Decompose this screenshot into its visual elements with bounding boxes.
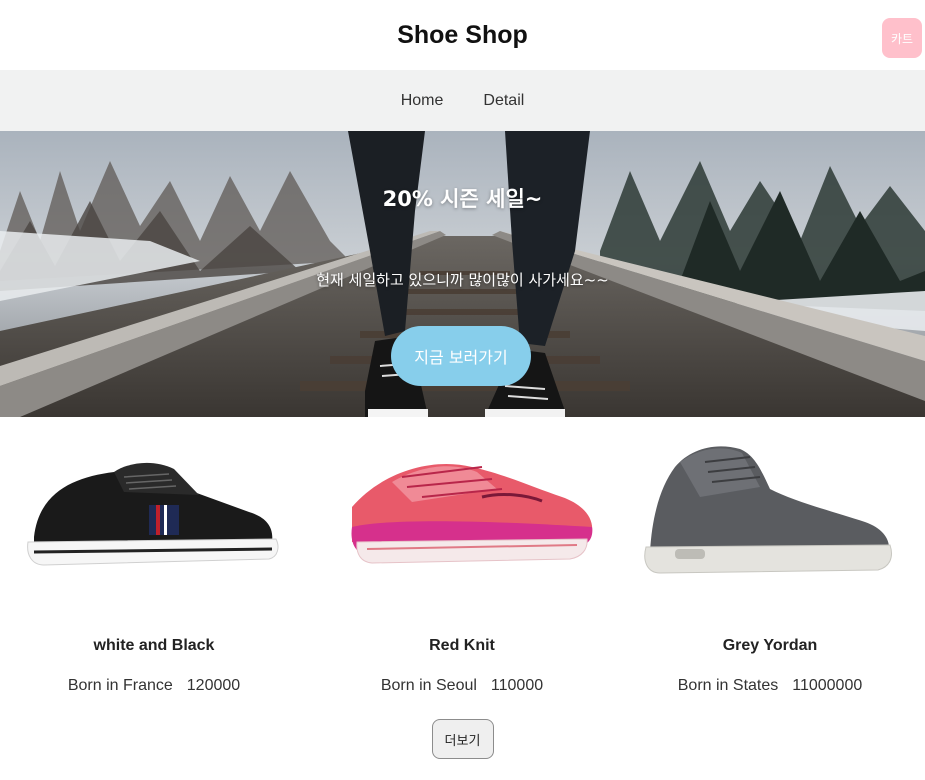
black-sneaker-image: [27, 462, 279, 566]
product-card[interactable]: white and Black Born in France 120000: [0, 417, 308, 695]
product-info: Born in States 11000000: [616, 677, 924, 695]
product-origin: Born in Seoul: [380, 677, 477, 694]
more-section: 더보기: [0, 719, 925, 759]
product-name: Red Knit: [429, 637, 495, 654]
nav-item-home[interactable]: Home: [401, 92, 444, 110]
nav-bar: Home Detail: [0, 70, 925, 131]
product-price: 110000: [490, 677, 544, 694]
red-running-shoe-image: [351, 463, 593, 564]
product-name: Grey Yordan: [722, 637, 818, 654]
brand-title[interactable]: Shoe Shop: [397, 21, 528, 50]
hero-content: 20% 시즌 세일~ 현재 세일하고 있으니까 많이많이 사가세요~~ 지금 보…: [0, 131, 925, 417]
product-price: 11000000: [792, 677, 863, 694]
product-price: 120000: [186, 677, 241, 694]
shop-now-button[interactable]: 지금 보러가기: [391, 326, 531, 386]
product-name: white and Black: [93, 637, 215, 654]
product-info: Born in France 120000: [0, 677, 308, 695]
hero-title: 20% 시즌 세일~: [382, 187, 543, 211]
grey-high-top-image: [644, 446, 892, 574]
hero-banner: 20% 시즌 세일~ 현재 세일하고 있으니까 많이많이 사가세요~~ 지금 보…: [0, 131, 925, 417]
product-list: white and Black Born in France 120000 Red…: [0, 417, 925, 695]
load-more-button[interactable]: 더보기: [431, 719, 494, 759]
product-origin: Born in France: [67, 677, 173, 694]
cart-button[interactable]: 카트: [882, 18, 922, 58]
product-origin: Born in States: [677, 677, 779, 694]
product-card[interactable]: Red Knit Born in Seoul 110000: [308, 417, 616, 695]
app-header: Shoe Shop 카트: [0, 0, 925, 70]
nav-item-detail[interactable]: Detail: [483, 92, 524, 110]
product-info: Born in Seoul 110000: [308, 677, 616, 695]
hero-subtitle: 현재 세일하고 있으니까 많이많이 사가세요~~: [316, 271, 609, 289]
product-card[interactable]: Grey Yordan Born in States 11000000: [616, 417, 924, 695]
